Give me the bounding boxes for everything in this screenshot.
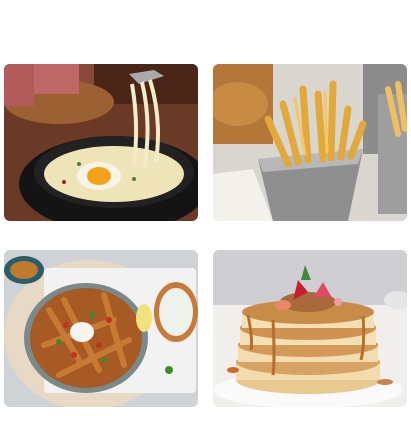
pancake-stack-photo (213, 250, 407, 407)
pancake-stack-image[interactable] (213, 250, 407, 407)
loaded-fries-board-image[interactable] (4, 250, 198, 407)
food-image-grid (4, 64, 408, 421)
french-fries-cups-image[interactable] (213, 64, 407, 221)
french-fries-photo (213, 64, 407, 221)
loaded-fries-photo (4, 250, 198, 407)
cheese-skillet-egg-image[interactable] (4, 64, 198, 221)
cheese-skillet-egg-photo (4, 64, 198, 221)
